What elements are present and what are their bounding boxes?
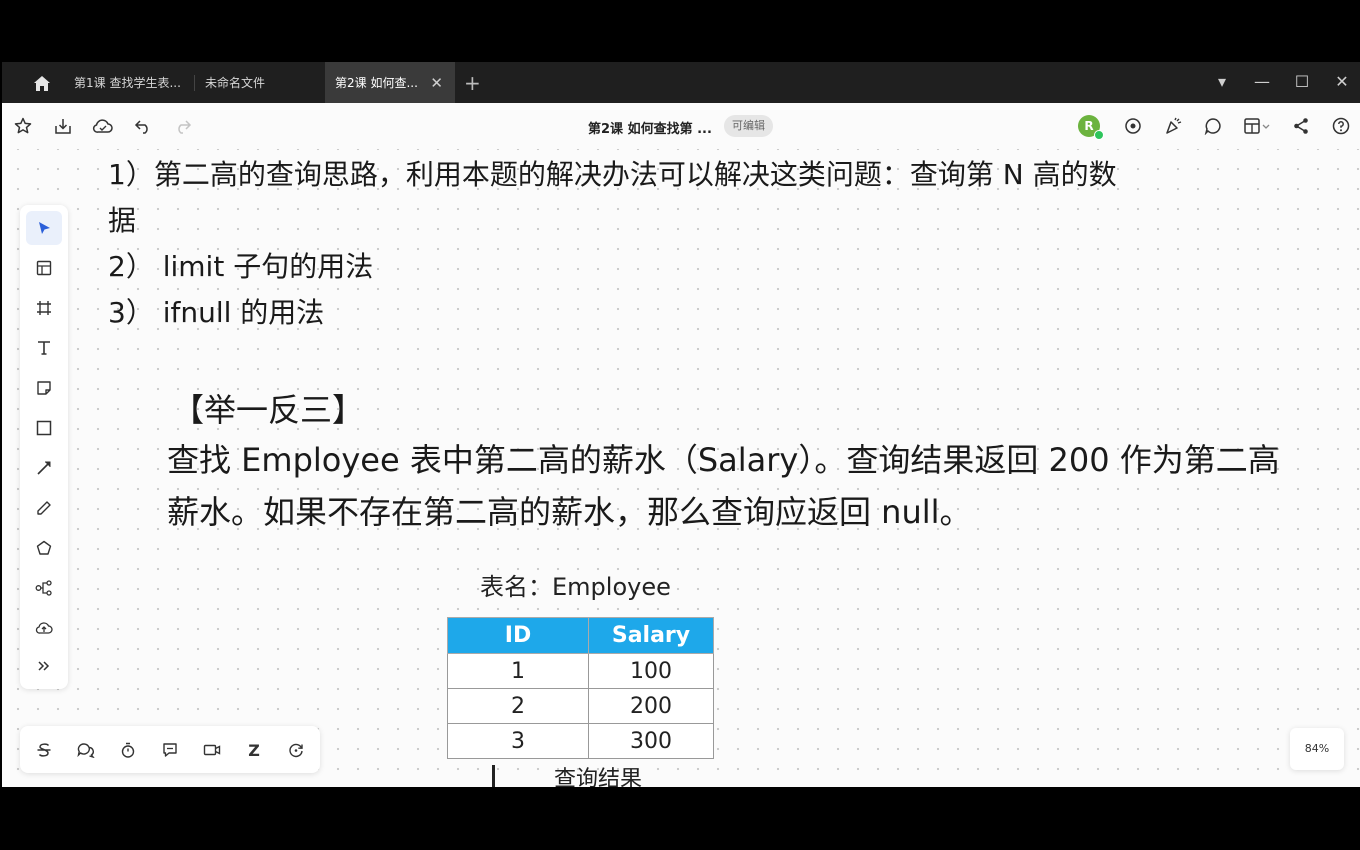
whiteboard-app: 第1课 查找学生表... 未命名文件 第2课 如何查... ✕ + ▾ — ☐ … xyxy=(2,62,1360,787)
more-tools-icon[interactable] xyxy=(26,649,62,683)
result-caption: 查询结果 xyxy=(554,767,643,787)
example-heading: 【举一反三】 xyxy=(172,391,365,429)
polygon-icon[interactable] xyxy=(26,531,62,565)
connector-line-icon[interactable] xyxy=(26,451,62,485)
tab-label: 未命名文件 xyxy=(205,76,266,90)
maximize-button[interactable]: ☐ xyxy=(1292,72,1312,91)
bottom-tool-panel: Z xyxy=(20,726,320,773)
frame-icon[interactable] xyxy=(26,291,62,325)
table-cell: 300 xyxy=(588,723,714,759)
celebrate-icon[interactable] xyxy=(1162,115,1184,137)
table-row: 1 100 xyxy=(447,653,714,689)
home-icon[interactable] xyxy=(26,71,58,95)
summary-point-1-continued: 据 xyxy=(108,204,137,237)
tab-label: 第2课 如何查... xyxy=(335,76,418,90)
table-header-cell: ID xyxy=(447,617,589,654)
tab-label: 第1课 查找学生表... xyxy=(74,76,181,90)
table-row: 3 300 xyxy=(447,723,714,759)
pen-icon[interactable] xyxy=(26,491,62,525)
upload-icon[interactable] xyxy=(26,611,62,645)
zoom-level-indicator[interactable]: 84% xyxy=(1290,728,1344,770)
table-header-cell: Salary xyxy=(588,617,714,654)
tab-untitled[interactable]: 未命名文件 xyxy=(195,62,325,103)
strikethrough-icon[interactable] xyxy=(31,737,57,763)
video-icon[interactable] xyxy=(199,737,225,763)
comment-icon[interactable] xyxy=(1202,115,1224,137)
summary-point-1: 1）第二高的查询思路，利用本题的解决办法可以解决这类问题：查询第 N 高的数 xyxy=(108,158,1117,191)
result-table-border xyxy=(492,765,495,787)
online-status-dot xyxy=(1094,130,1104,140)
table-cell: 3 xyxy=(447,723,589,759)
z-order-icon[interactable]: Z xyxy=(241,737,267,763)
tab-bar: 第1课 查找学生表... 未命名文件 第2课 如何查... ✕ + ▾ — ☐ … xyxy=(2,62,1360,103)
tab-list-dropdown-icon[interactable]: ▾ xyxy=(1212,72,1232,91)
document-title[interactable]: 第2课 如何查找第 ... xyxy=(588,118,712,137)
undo-icon[interactable] xyxy=(132,115,154,137)
rectangle-shape-icon[interactable] xyxy=(26,411,62,445)
mind-map-icon[interactable] xyxy=(26,571,62,605)
table-cell: 1 xyxy=(447,653,589,689)
redo-icon[interactable] xyxy=(172,115,194,137)
table-cell: 2 xyxy=(447,688,589,724)
template-icon[interactable] xyxy=(26,251,62,285)
text-tool-icon[interactable] xyxy=(26,331,62,365)
whiteboard-canvas[interactable]: 1）第二高的查询思路，利用本题的解决办法可以解决这类问题：查询第 N 高的数 据… xyxy=(2,149,1360,787)
message-icon[interactable] xyxy=(157,737,183,763)
help-icon[interactable] xyxy=(1330,115,1352,137)
summary-point-3: 3） ifnull 的用法 xyxy=(108,296,325,329)
left-tool-panel xyxy=(20,205,68,689)
close-window-button[interactable]: ✕ xyxy=(1332,72,1352,91)
cloud-sync-icon[interactable] xyxy=(92,115,114,137)
present-icon[interactable] xyxy=(1122,115,1144,137)
tab-lesson1[interactable]: 第1课 查找学生表... xyxy=(64,62,194,103)
table-cell: 200 xyxy=(588,688,714,724)
tab-lesson2[interactable]: 第2课 如何查... ✕ xyxy=(325,62,455,103)
table-row: 2 200 xyxy=(447,688,714,724)
table-caption: 表名：Employee xyxy=(480,573,671,601)
close-tab-icon[interactable]: ✕ xyxy=(430,74,443,92)
table-header-row: ID Salary xyxy=(447,617,714,654)
refresh-timer-icon[interactable] xyxy=(283,737,309,763)
new-tab-button[interactable]: + xyxy=(464,71,481,95)
edit-status-badge[interactable]: 可编辑 xyxy=(724,115,773,137)
download-icon[interactable] xyxy=(52,115,74,137)
example-text-line-2: 薪水。如果不存在第二高的薪水，那么查询应返回 null。 xyxy=(167,493,972,531)
summary-point-2: 2） limit 子句的用法 xyxy=(108,250,374,283)
star-icon[interactable] xyxy=(12,115,34,137)
layout-menu-icon[interactable] xyxy=(1242,115,1272,137)
table-cell: 100 xyxy=(588,653,714,689)
chat-bubbles-icon[interactable] xyxy=(73,737,99,763)
top-toolbar: 第2课 如何查找第 ... 可编辑 R xyxy=(2,103,1360,149)
timer-icon[interactable] xyxy=(115,737,141,763)
minimize-button[interactable]: — xyxy=(1252,72,1272,91)
employee-table: ID Salary 1 100 2 200 3 300 xyxy=(447,617,714,759)
select-pointer-icon[interactable] xyxy=(26,211,62,245)
share-icon[interactable] xyxy=(1290,115,1312,137)
example-text-line-1: 查找 Employee 表中第二高的薪水（Salary）。查询结果返回 200 … xyxy=(167,441,1280,479)
sticky-note-icon[interactable] xyxy=(26,371,62,405)
